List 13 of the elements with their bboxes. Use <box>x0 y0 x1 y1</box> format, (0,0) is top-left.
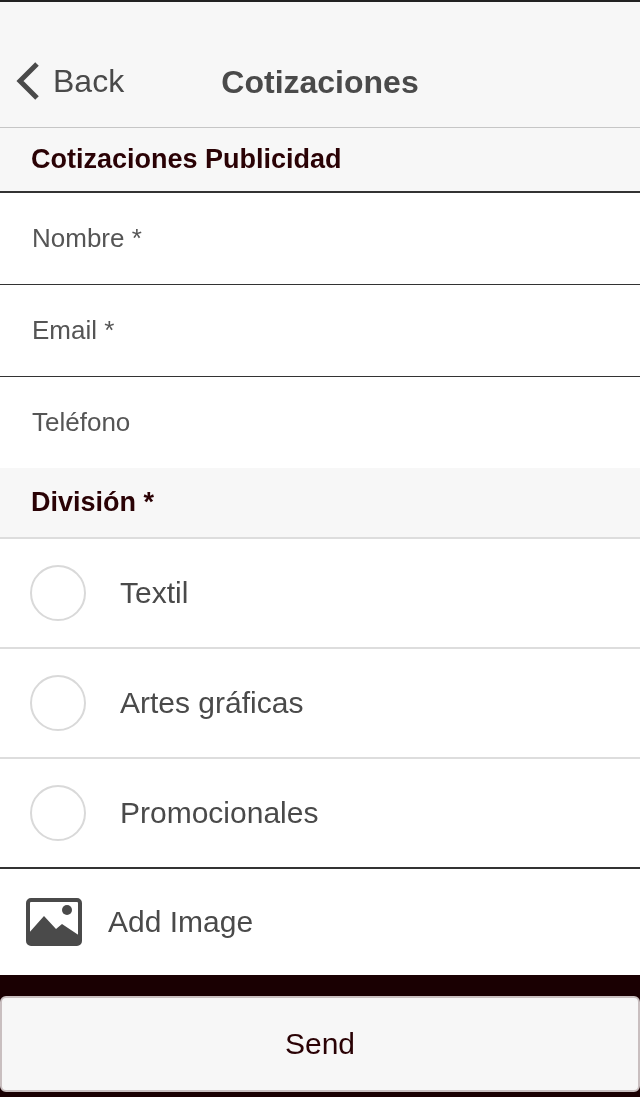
screen-title: Cotizaciones <box>221 62 419 101</box>
radio-button[interactable] <box>30 565 86 621</box>
section-header: División * <box>0 468 640 539</box>
back-button[interactable]: Back <box>0 59 129 103</box>
option-label[interactable]: Textil <box>120 576 189 610</box>
radio-button[interactable] <box>30 785 86 841</box>
chevron-left-icon <box>16 62 40 100</box>
radio-button[interactable] <box>30 675 86 731</box>
section-header: Cotizaciones Publicidad <box>0 128 640 193</box>
send-button[interactable]: Send <box>0 996 640 1092</box>
option-label[interactable]: Promocionales <box>120 796 319 830</box>
option-label[interactable]: Artes gráficas <box>120 686 304 720</box>
image-icon <box>26 898 82 946</box>
